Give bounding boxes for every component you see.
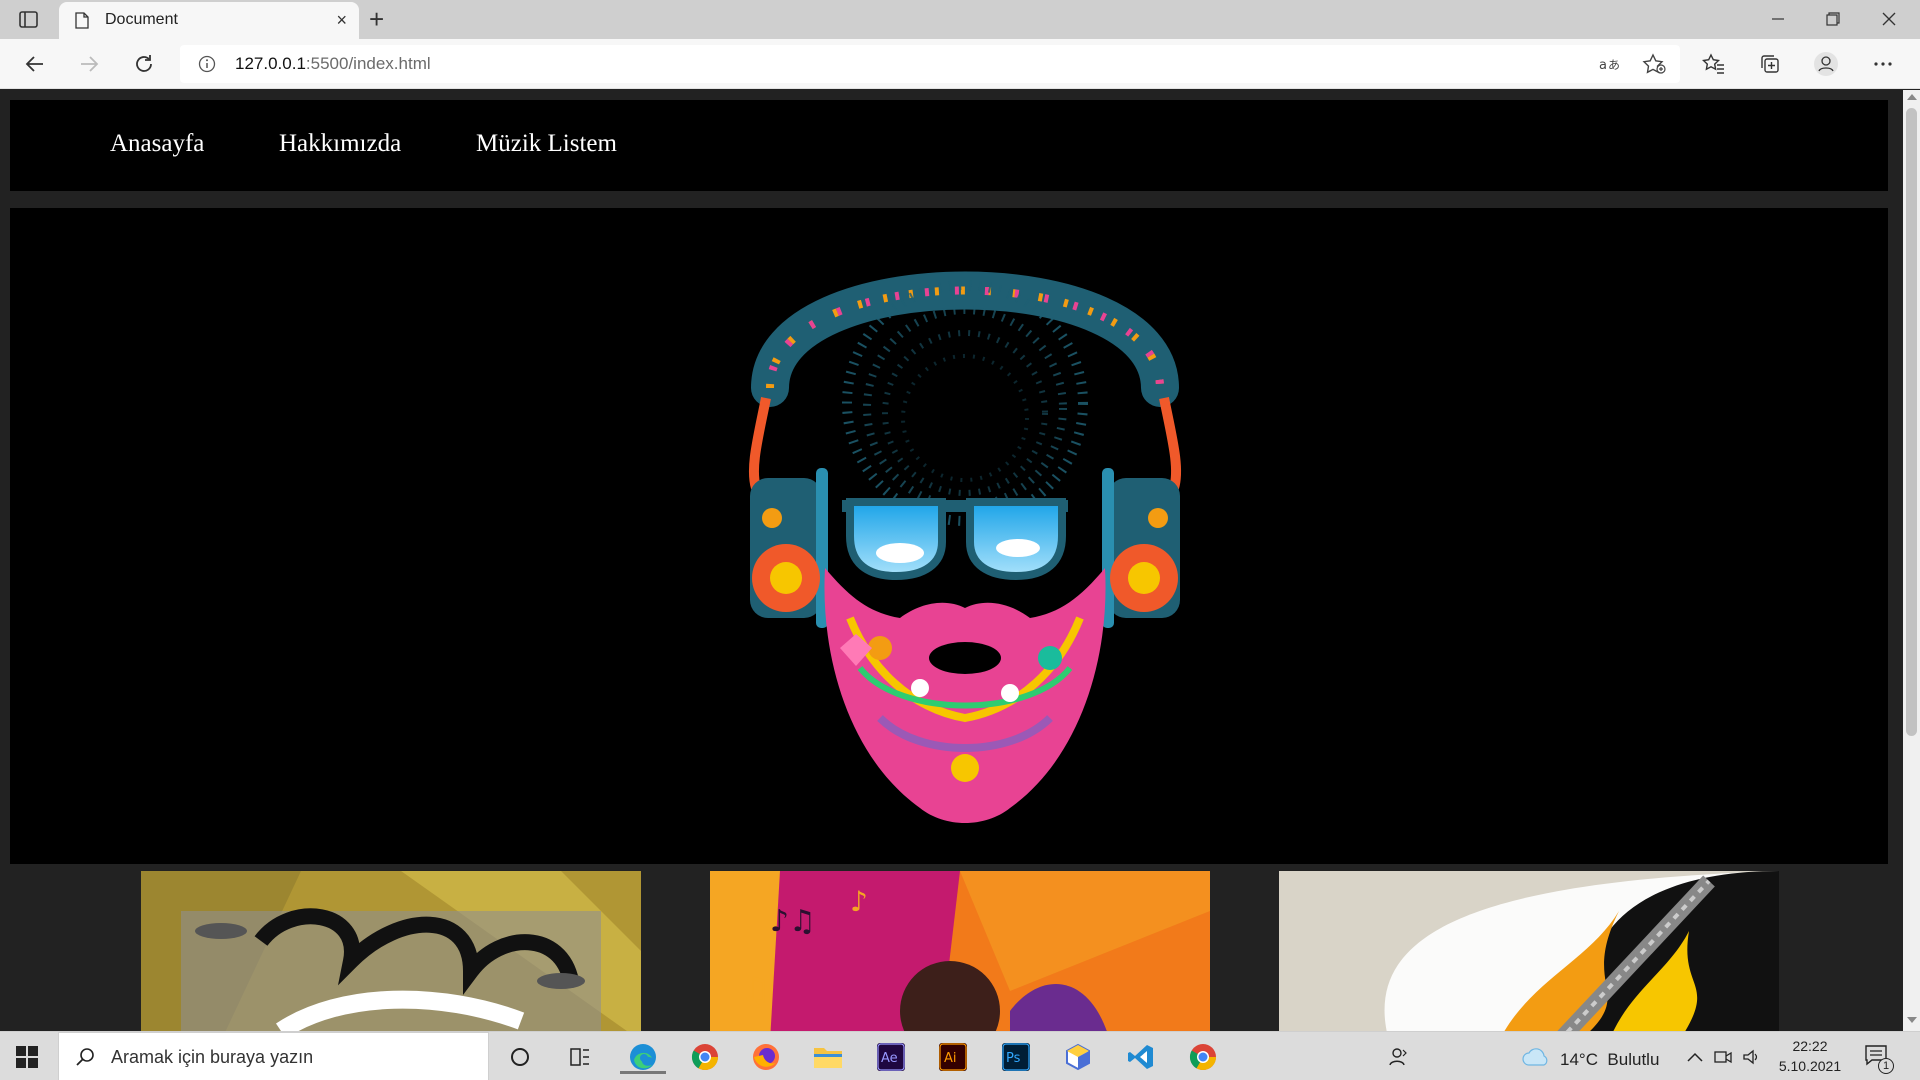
nav-link-music-list[interactable]: Müzik Listem (476, 130, 617, 158)
app-cube-icon[interactable] (1061, 1040, 1095, 1074)
more-options-icon[interactable] (1870, 51, 1896, 77)
minimize-window-icon[interactable] (1758, 5, 1798, 33)
favorites-icon[interactable] (1701, 51, 1727, 77)
vscode-icon[interactable] (1124, 1040, 1158, 1074)
windows-start-icon[interactable] (16, 1046, 38, 1068)
read-aloud-icon[interactable]: aあ (1598, 54, 1622, 74)
address-bar[interactable]: 127.0.0.1:5500/index.html aあ (180, 45, 1680, 83)
task-view-icon[interactable] (563, 1040, 597, 1074)
scroll-down-arrow-icon[interactable] (1907, 1017, 1917, 1023)
svg-text:♫: ♫ (740, 970, 770, 1010)
browser-tab-active[interactable]: Document × (59, 2, 359, 39)
illustrator-icon[interactable]: Ai (936, 1040, 970, 1074)
restore-window-icon[interactable] (1813, 5, 1853, 33)
windows-taskbar: Aramak için buraya yazın Ae Ai Ps 14°C B… (0, 1031, 1920, 1080)
forward-arrow-icon[interactable] (76, 51, 102, 77)
file-explorer-icon[interactable] (811, 1040, 845, 1074)
page-viewport: Anasayfa Hakkımızda Müzik Listem ♪♫ ♪ ♫ (0, 90, 1903, 1031)
clock-time: 22:22 (1792, 1038, 1828, 1054)
scroll-up-arrow-icon[interactable] (1907, 94, 1917, 100)
browser-toolbar: 127.0.0.1:5500/index.html aあ (0, 39, 1920, 89)
flaming-guitar-image (1279, 871, 1779, 1031)
collections-icon[interactable] (1757, 51, 1783, 77)
svg-text:あ: あ (1608, 58, 1620, 72)
close-tab-icon[interactable]: × (336, 11, 347, 29)
active-app-indicator (620, 1071, 666, 1074)
browser-tabstrip: Document × + (0, 0, 1920, 39)
search-icon (75, 1047, 95, 1067)
svg-text:Ae: Ae (881, 1051, 898, 1066)
taskbar-search-box[interactable]: Aramak için buraya yazın (58, 1032, 489, 1080)
edge-icon[interactable] (620, 1040, 666, 1074)
url-host: 127.0.0.1 (235, 54, 306, 73)
site-info-icon[interactable] (198, 55, 216, 73)
nav-link-about[interactable]: Hakkımızda (279, 130, 401, 158)
svg-text:Ps: Ps (1006, 1051, 1021, 1066)
document-icon (75, 12, 89, 29)
scrollbar-thumb[interactable] (1906, 108, 1917, 736)
url-path: :5500/index.html (305, 54, 431, 73)
search-placeholder: Aramak için buraya yazın (111, 1047, 314, 1067)
reload-icon[interactable] (131, 51, 157, 77)
close-window-icon[interactable] (1869, 5, 1909, 33)
cortana-icon[interactable] (503, 1040, 537, 1074)
svg-text:Ai: Ai (944, 1051, 957, 1066)
chrome-icon[interactable] (688, 1040, 722, 1074)
profile-avatar-icon[interactable] (1813, 51, 1839, 77)
add-favorite-star-icon[interactable] (1642, 53, 1666, 75)
svg-text:a: a (1599, 58, 1607, 73)
system-clock[interactable]: 22:22 5.10.2021 (1760, 1036, 1860, 1076)
jazz-musician-image: ♪♫ ♪ ♫ (710, 871, 1210, 1031)
people-icon[interactable] (1381, 1040, 1415, 1074)
nav-link-home[interactable]: Anasayfa (110, 130, 204, 158)
cloud-icon (1522, 1048, 1548, 1066)
url-text: 127.0.0.1:5500/index.html (235, 54, 431, 74)
weather-text: 14°C Bulutlu (1560, 1050, 1660, 1069)
firefox-icon[interactable] (749, 1040, 783, 1074)
clock-date: 5.10.2021 (1778, 1058, 1842, 1074)
site-navbar: Anasayfa Hakkımızda Müzik Listem (10, 100, 1888, 191)
new-tab-button[interactable]: + (369, 6, 384, 32)
hero-banner (10, 208, 1888, 864)
page-scrollbar[interactable] (1903, 90, 1920, 1031)
after-effects-icon[interactable]: Ae (874, 1040, 908, 1074)
notification-count-badge: 1 (1878, 1058, 1894, 1074)
svg-text:♪♫: ♪♫ (770, 904, 816, 939)
chrome-icon[interactable] (1186, 1040, 1220, 1074)
bearded-man-headphones-illustration (748, 271, 1182, 823)
back-arrow-icon[interactable] (22, 51, 48, 77)
svg-text:♪: ♪ (850, 885, 868, 918)
tab-title: Document (105, 11, 178, 28)
tab-actions-icon[interactable] (16, 9, 42, 31)
hiphop-graffiti-image (141, 871, 641, 1031)
photoshop-icon[interactable]: Ps (999, 1040, 1033, 1074)
